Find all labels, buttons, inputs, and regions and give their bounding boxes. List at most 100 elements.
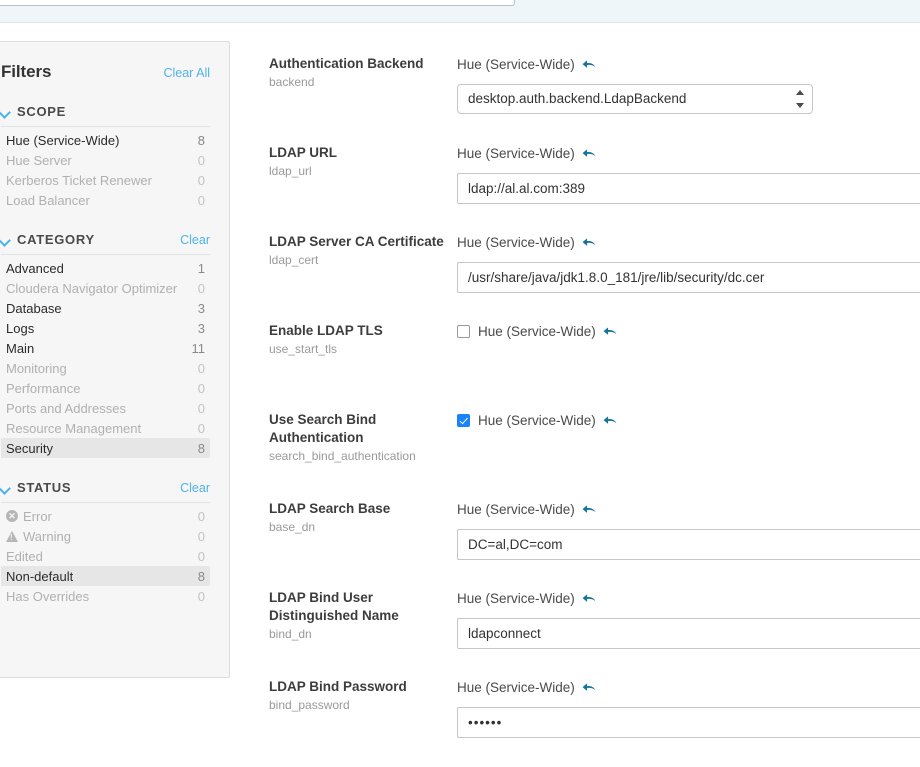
facet-item[interactable]: Ports and Addresses 0: [1, 398, 210, 418]
config-text-input[interactable]: [457, 707, 920, 738]
facet-item[interactable]: Hue (Service-Wide) 8: [1, 130, 210, 150]
facet-header[interactable]: CATEGORY Clear: [1, 232, 210, 255]
config-value-column: Hue (Service-Wide): [457, 678, 920, 738]
facet-item-label: Error: [23, 508, 52, 524]
config-label-column: LDAP Server CA Certificate ldap_cert: [269, 233, 449, 268]
config-display-name: LDAP Bind User Distinguished Name: [269, 590, 399, 623]
config-label-column: Authentication Backend backend: [269, 55, 449, 90]
facet-section-status: STATUS Clear ✕ Error 0 Warning 0 Edited 0 Non-def…: [1, 480, 210, 606]
facet-item-count: 0: [197, 360, 205, 376]
config-checkbox[interactable]: [457, 414, 470, 427]
facet-clear-link[interactable]: Clear: [180, 481, 210, 495]
config-display-name: LDAP URL: [269, 145, 338, 160]
select-spinner-arrows-icon[interactable]: [796, 90, 805, 108]
undo-arrow-icon[interactable]: [582, 236, 597, 250]
facet-item[interactable]: Logs 3: [1, 318, 210, 338]
facet-item-label: Hue Server: [6, 152, 72, 168]
config-scope-line: Hue (Service-Wide): [457, 500, 920, 519]
facet-item[interactable]: Has Overrides 0: [1, 586, 210, 606]
config-value-column: Hue (Service-Wide): [457, 589, 920, 649]
facet-item[interactable]: Main 11: [1, 338, 210, 358]
config-text-input[interactable]: [457, 618, 920, 649]
config-property-key: bind_dn: [269, 627, 312, 641]
facet-item[interactable]: Security 8: [1, 438, 210, 458]
undo-arrow-icon[interactable]: [603, 414, 618, 428]
config-value-column: Hue (Service-Wide): [457, 144, 920, 204]
facet-item[interactable]: Resource Management 0: [1, 418, 210, 438]
facet-item[interactable]: Non-default 8: [1, 566, 210, 586]
facet-item-label-wrap: Kerberos Ticket Renewer: [6, 173, 152, 188]
config-text-input[interactable]: [457, 529, 920, 560]
config-label-column: LDAP Bind Password bind_password: [269, 678, 449, 713]
config-label-column: LDAP URL ldap_url: [269, 144, 449, 179]
facet-header[interactable]: SCOPE: [1, 104, 210, 127]
config-select-value: desktop.auth.backend.LdapBackend: [457, 84, 813, 114]
config-scope-label: Hue (Service-Wide): [478, 413, 596, 428]
undo-arrow-icon[interactable]: [582, 592, 597, 606]
chevron-down-icon[interactable]: [0, 482, 11, 493]
facet-item-label-wrap: Security: [6, 441, 53, 456]
facet-item[interactable]: Edited 0: [1, 546, 210, 566]
facet-item-label-wrap: Non-default: [6, 569, 73, 584]
facet-clear-link[interactable]: Clear: [180, 233, 210, 247]
facet-item-count: 0: [197, 508, 205, 524]
config-property-key: bind_password: [269, 698, 350, 712]
facet-item[interactable]: ✕ Error 0: [1, 506, 210, 526]
facet-section-scope: SCOPE Hue (Service-Wide) 8 Hue Server 0 Kerbe…: [1, 104, 210, 210]
facet-item-count: 11: [191, 340, 206, 356]
facet-item-label-wrap: Cloudera Navigator Optimizer: [6, 281, 177, 296]
facet-item[interactable]: Hue Server 0: [1, 150, 210, 170]
facet-item-count: 3: [197, 300, 205, 316]
config-scope-line: Hue (Service-Wide): [457, 322, 920, 341]
facet-item[interactable]: Database 3: [1, 298, 210, 318]
facet-item-label-wrap: Has Overrides: [6, 589, 89, 604]
config-text-input[interactable]: [457, 262, 920, 293]
undo-arrow-icon[interactable]: [582, 503, 597, 517]
config-display-name: LDAP Bind Password: [269, 679, 407, 694]
facet-item[interactable]: Warning 0: [1, 526, 210, 546]
undo-arrow-icon[interactable]: [582, 147, 597, 161]
facet-item-count: 0: [197, 420, 205, 436]
clear-all-link[interactable]: Clear All: [163, 66, 210, 80]
config-display-name: Authentication Backend: [269, 56, 424, 71]
config-select[interactable]: desktop.auth.backend.LdapBackend: [457, 84, 813, 114]
config-value-column: Hue (Service-Wide): [457, 233, 920, 293]
config-scope-line: Hue (Service-Wide): [457, 411, 920, 430]
facet-item[interactable]: Performance 0: [1, 378, 210, 398]
config-row: Authentication Backend backend Hue (Servic…: [269, 55, 920, 144]
facet-item-count: 0: [197, 528, 205, 544]
config-label-column: LDAP Search Base base_dn: [269, 500, 449, 535]
facet-item-label-wrap: Logs: [6, 321, 34, 336]
undo-arrow-icon[interactable]: [603, 325, 618, 339]
config-row: LDAP Bind User Distinguished Name bind_dn…: [269, 589, 920, 678]
config-checkbox[interactable]: [457, 325, 470, 338]
facet-item[interactable]: Load Balancer 0: [1, 190, 210, 210]
config-scope-label: Hue (Service-Wide): [457, 235, 575, 250]
facet-item[interactable]: Cloudera Navigator Optimizer 0: [1, 278, 210, 298]
facet-header[interactable]: STATUS Clear: [1, 480, 210, 503]
facet-item-label-wrap: Hue Server: [6, 153, 72, 168]
facet-list: ✕ Error 0 Warning 0 Edited 0 Non-default 8 Has Ov…: [1, 506, 210, 606]
facet-item-label: Has Overrides: [6, 588, 90, 604]
facet-item-count: 3: [197, 320, 205, 336]
config-row: LDAP Bind Password bind_password Hue (Serv…: [269, 678, 920, 767]
config-text-input[interactable]: [457, 173, 920, 204]
facet-header-left: STATUS: [0, 480, 71, 495]
filters-panel: Filters Clear All SCOPE Hue (Service-Wide…: [0, 41, 230, 678]
config-scope-label: Hue (Service-Wide): [478, 324, 596, 339]
chevron-down-icon[interactable]: [0, 234, 11, 245]
error-circle-icon: ✕: [6, 510, 18, 522]
facet-item-label: Hue (Service-Wide): [6, 132, 120, 148]
facet-item[interactable]: Advanced 1: [1, 258, 210, 278]
facet-item-label-wrap: Warning: [6, 529, 71, 544]
chevron-down-icon[interactable]: [0, 106, 11, 117]
facet-item[interactable]: Monitoring 0: [1, 358, 210, 378]
config-display-name: LDAP Server CA Certificate: [269, 234, 444, 249]
facet-item[interactable]: Kerberos Ticket Renewer 0: [1, 170, 210, 190]
facet-item-count: 8: [197, 440, 205, 456]
undo-arrow-icon[interactable]: [582, 58, 597, 72]
search-box[interactable]: [0, 0, 515, 6]
facet-item-label: Monitoring: [6, 360, 67, 376]
facet-item-count: 0: [197, 548, 205, 564]
undo-arrow-icon[interactable]: [582, 681, 597, 695]
